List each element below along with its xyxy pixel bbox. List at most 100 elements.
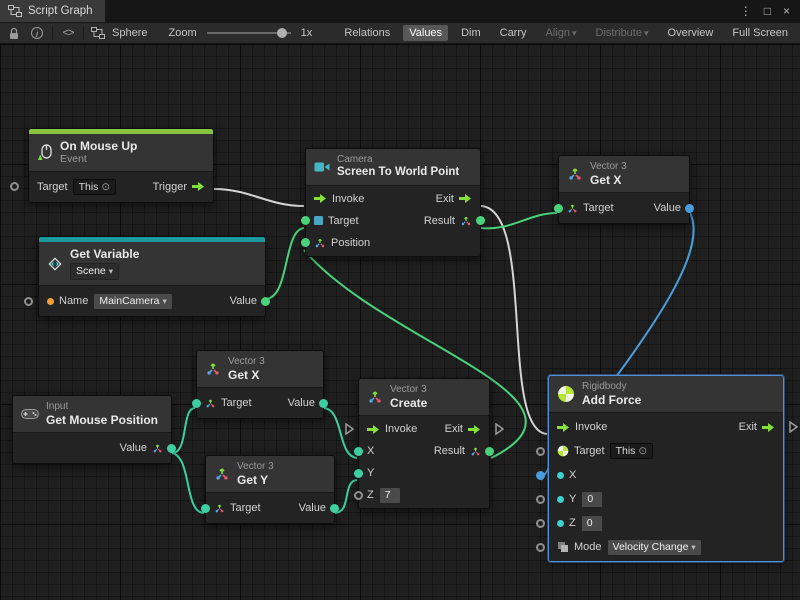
exit-label: Exit [739, 421, 757, 433]
value-label: Value [288, 397, 315, 409]
fullscreen-button[interactable]: Full Screen [726, 25, 794, 41]
node-row: Z 7 [359, 484, 489, 506]
flow-arrow-icon[interactable] [314, 193, 327, 204]
zoom-label: Zoom [168, 27, 196, 39]
port-x-in[interactable] [354, 447, 363, 456]
window-menu-icon[interactable]: ⋮ [740, 4, 752, 18]
position-label: Position [331, 237, 370, 249]
object-picker-icon: ⊙ [101, 181, 110, 193]
toolbar-separator [52, 26, 53, 40]
flow-arrow-icon[interactable] [557, 422, 570, 433]
node-category: Input [46, 401, 158, 413]
flow-arrow-icon[interactable] [468, 424, 481, 435]
distribute-button[interactable]: Distribute▾ [590, 25, 655, 41]
port-value-out[interactable] [319, 399, 328, 408]
node-row: Position [306, 232, 480, 254]
port-value-out[interactable] [685, 204, 694, 213]
camera-type-icon [314, 216, 323, 225]
z-value-field[interactable]: 0 [581, 515, 603, 532]
node-get-y[interactable]: Vector 3 Get Y Target Value [205, 455, 335, 524]
node-row: Target This ⊙ [549, 439, 783, 463]
flow-arrow-icon[interactable] [367, 424, 380, 435]
tab-script-graph[interactable]: Script Graph [0, 0, 105, 22]
align-button[interactable]: Align▾ [540, 25, 583, 41]
flow-arrow-icon[interactable] [459, 193, 472, 204]
window-controls: ⋮ □ × [730, 0, 800, 22]
window-maximize-icon[interactable]: □ [764, 4, 771, 18]
node-on-mouse-up[interactable]: On Mouse Up Event Target This ⊙ Trigger [28, 128, 214, 203]
target-label: Target [230, 502, 261, 514]
name-label: Name [59, 295, 88, 307]
port-mode-in[interactable] [536, 543, 545, 552]
vector3-type-icon [567, 203, 578, 214]
port-value-out[interactable] [167, 444, 176, 453]
vector3-icon [367, 389, 383, 405]
float-type-icon [557, 472, 564, 479]
node-get-x[interactable]: Vector 3 Get X Target Value [196, 350, 324, 419]
window-close-icon[interactable]: × [783, 4, 790, 18]
carry-button[interactable]: Carry [494, 25, 533, 41]
code-view-icon[interactable]: <> [60, 27, 76, 39]
flow-arrow-icon[interactable] [762, 422, 775, 433]
flow-arrow-icon[interactable] [192, 181, 205, 192]
chevron-down-icon: ▾ [691, 540, 695, 555]
node-get-x-top[interactable]: Vector 3 Get X Target Value [558, 155, 690, 224]
port-variable-in[interactable] [24, 297, 33, 306]
info-icon[interactable]: i [29, 27, 45, 39]
port-target-in[interactable] [192, 399, 201, 408]
node-get-variable[interactable]: Get Variable Scene ▾ Name MainCamera ▾ V… [38, 236, 266, 317]
zoom-slider[interactable] [207, 32, 291, 34]
node-add-force[interactable]: Rigidbody Add Force Invoke Exit Target [548, 375, 784, 562]
node-row: Target Result [306, 210, 480, 232]
target-self-chip[interactable]: This ⊙ [610, 443, 654, 459]
port-x-in[interactable] [536, 471, 545, 480]
port-exit-out[interactable] [494, 423, 504, 438]
node-screen-to-world-point[interactable]: Camera Screen To World Point Invoke Exit… [305, 148, 481, 257]
z-value-field[interactable]: 7 [379, 487, 401, 504]
node-row: Mode Velocity Change ▾ [549, 535, 783, 559]
window-tab-bar: Script Graph ⋮ □ × [0, 0, 800, 22]
variable-name-dropdown[interactable]: MainCamera ▾ [93, 293, 172, 310]
vector3-type-icon [205, 398, 216, 409]
node-row: Target Value [559, 195, 689, 221]
node-row: Invoke Exit [359, 418, 489, 440]
port-exit-out[interactable] [788, 421, 798, 436]
port-invoke-in[interactable] [344, 423, 354, 438]
port-target-in[interactable] [536, 447, 545, 456]
overview-button[interactable]: Overview [662, 25, 720, 41]
node-get-mouse-position[interactable]: Input Get Mouse Position Value [12, 395, 172, 464]
exit-label: Exit [445, 423, 463, 435]
port-target-in[interactable] [301, 216, 310, 225]
port-value-out[interactable] [330, 504, 339, 513]
x-label: X [367, 445, 374, 457]
variable-scope-dropdown[interactable]: Scene ▾ [70, 263, 119, 280]
node-header: Rigidbody Add Force [549, 376, 783, 412]
target-self-chip[interactable]: This ⊙ [73, 179, 117, 195]
x-label: X [569, 469, 576, 481]
chevron-down-icon: ▾ [162, 294, 166, 309]
port-position-in[interactable] [301, 238, 310, 247]
mode-dropdown[interactable]: Velocity Change ▾ [607, 539, 702, 556]
port-y-in[interactable] [536, 495, 545, 504]
port-z-in[interactable] [354, 491, 363, 500]
port-target-in[interactable] [554, 204, 563, 213]
port-y-in[interactable] [354, 469, 363, 478]
node-create-vector[interactable]: Vector 3 Create Invoke Exit X Result [358, 378, 490, 509]
y-value-field[interactable]: 0 [581, 491, 603, 508]
dim-button[interactable]: Dim [455, 25, 487, 41]
chevron-down-icon: ▾ [644, 28, 649, 38]
port-z-in[interactable] [536, 519, 545, 528]
vector3-type-icon [460, 215, 472, 227]
port-value-out[interactable] [261, 297, 270, 306]
port-target-in[interactable] [201, 504, 210, 513]
gamepad-input-icon [21, 408, 39, 420]
zoom-slider-handle[interactable] [277, 28, 287, 38]
node-row: X [549, 463, 783, 487]
values-button[interactable]: Values [403, 25, 448, 41]
relations-button[interactable]: Relations [338, 25, 396, 41]
chevron-down-icon: ▾ [572, 28, 577, 38]
port-result-out[interactable] [485, 447, 494, 456]
chevron-down-icon: ▾ [109, 264, 113, 279]
y-label: Y [367, 467, 374, 479]
lock-icon[interactable] [6, 27, 22, 40]
